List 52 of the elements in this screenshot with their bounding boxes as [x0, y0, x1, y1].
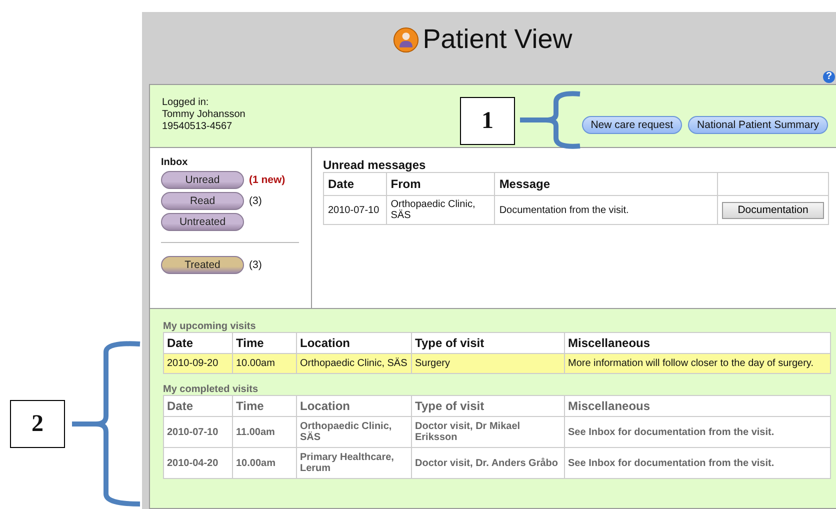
column-header: Time	[232, 396, 296, 416]
time-cell: 10.00am	[232, 354, 296, 374]
column-header: From	[386, 172, 495, 196]
folder-button[interactable]: Treated	[161, 256, 244, 274]
column-header: Miscellaneous	[564, 332, 830, 354]
message-count: (3)	[249, 195, 262, 207]
action-button[interactable]: New care request	[582, 116, 682, 134]
column-header: Date	[164, 396, 232, 416]
location-cell: Primary Healthcare, Lerum	[296, 448, 412, 478]
note-cell: More information will follow closer to the day of surgery.	[564, 354, 830, 374]
login-label: Logged in:	[162, 97, 210, 109]
location-cell: Orthopaedic Clinic, SÄS	[296, 354, 412, 374]
note-cell: See Inbox for documentation from the visit.	[564, 448, 830, 478]
sender-cell: Orthopaedic Clinic, SÄS	[386, 196, 495, 224]
folder-button[interactable]: Unread	[161, 171, 244, 189]
time-cell: 11.00am	[232, 416, 296, 448]
visit-type-cell: Doctor visit, Dr. Anders Gråbo	[412, 448, 564, 478]
column-header: Date	[324, 172, 386, 196]
callout-number: 1	[460, 97, 515, 145]
patient-icon	[392, 26, 419, 52]
column-header: Message	[494, 172, 718, 196]
time-cell: 10.00am	[232, 448, 296, 478]
folder-button[interactable]: Untreated	[161, 213, 244, 231]
column-header: Location	[296, 396, 412, 416]
page-title: Patient View	[422, 24, 572, 55]
date-cell: 2010-09-20	[164, 354, 232, 374]
visit-type-cell: Doctor visit, Dr Mikael Eriksson	[412, 416, 564, 448]
column-header: Date	[164, 332, 232, 354]
message-count: (1 new)	[249, 174, 286, 186]
section-title: My completed visits	[163, 384, 260, 395]
inbox-title: Inbox	[161, 157, 189, 168]
section-title: Unread messages	[323, 158, 427, 172]
column-header: Miscellaneous	[564, 396, 830, 416]
note-cell: See Inbox for documentation from the visit.	[564, 416, 830, 448]
date-cell: 2010-04-20	[164, 448, 232, 478]
folder-button[interactable]: Read	[161, 192, 244, 210]
column-header: Location	[296, 332, 412, 354]
message-count: (3)	[249, 259, 262, 271]
column-header: Type of visit	[412, 332, 564, 354]
documentation-button[interactable]: Documentation	[722, 202, 824, 218]
action-button[interactable]: National Patient Summary	[688, 116, 828, 134]
location-cell: Orthopaedic Clinic, SÄS	[296, 416, 412, 448]
date-cell: 2010-07-10	[164, 416, 232, 448]
visit-type-cell: Surgery	[412, 354, 564, 374]
user-id: 19540513-4567	[162, 121, 234, 133]
help-icon[interactable]: ?	[823, 71, 835, 83]
date-cell: 2010-07-10	[324, 196, 386, 224]
message-cell: Documentation from the visit.	[494, 196, 718, 224]
section-title: My upcoming visits	[163, 321, 257, 332]
callout-number: 2	[10, 400, 65, 448]
column-header: Type of visit	[412, 396, 564, 416]
user-name: Tommy Johansson	[162, 109, 246, 121]
